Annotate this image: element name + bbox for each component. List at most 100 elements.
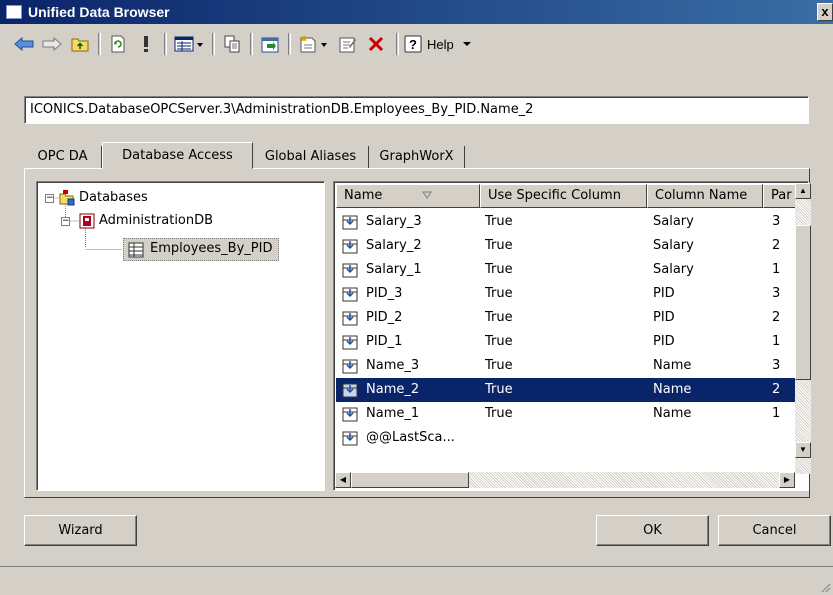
cell-name: Name_1: [366, 406, 420, 421]
delete-icon[interactable]: [364, 31, 388, 57]
sort-indicator-icon: [422, 191, 432, 199]
horizontal-scroll-thumb[interactable]: [351, 472, 469, 488]
toolbar-separator: [396, 33, 399, 55]
import-icon[interactable]: [258, 31, 282, 57]
tab-opc-da[interactable]: OPC DA: [24, 146, 102, 168]
table-row[interactable]: PID_2 True PID 2: [336, 306, 795, 330]
cell-name: @@LastSca...: [366, 430, 455, 445]
column-tag-icon: [342, 239, 358, 254]
tree-label: AdministrationDB: [99, 213, 214, 228]
cell-use: True: [485, 262, 513, 277]
cell-use: True: [485, 358, 513, 373]
cell-par: 3: [772, 214, 781, 229]
title-bar[interactable]: Unified Data Browser x: [0, 0, 833, 24]
column-tag-icon: [342, 287, 358, 302]
window-title: Unified Data Browser: [28, 4, 170, 20]
tree-label: Databases: [79, 190, 148, 205]
scroll-thumb[interactable]: [795, 225, 811, 380]
cell-use: True: [485, 334, 513, 349]
new-item-menu-icon[interactable]: [296, 31, 330, 57]
column-tag-icon: [342, 311, 358, 326]
back-icon[interactable]: [12, 31, 36, 57]
wizard-button[interactable]: Wizard: [24, 515, 137, 546]
column-tag-icon: [342, 335, 358, 350]
help-menu[interactable]: ? Help: [404, 31, 494, 57]
horizontal-scrollbar[interactable]: ◀ ▶: [335, 472, 795, 488]
cell-use: True: [485, 214, 513, 229]
resize-grip-icon[interactable]: [819, 581, 831, 593]
table-row[interactable]: Name_3 True Name 3: [336, 354, 795, 378]
scroll-up-button[interactable]: ▲: [795, 183, 811, 199]
scroll-left-button[interactable]: ◀: [335, 472, 351, 488]
dialog-window: Unified Data Browser x ? Help ICONICS.Da…: [0, 0, 833, 594]
column-list[interactable]: Name Use Specific Column Column Name Par…: [333, 181, 809, 491]
column-header-use-specific-column[interactable]: Use Specific Column: [480, 184, 647, 208]
close-button[interactable]: x: [817, 3, 833, 21]
help-label: Help: [427, 36, 454, 52]
cell-par: 1: [772, 334, 781, 349]
cell-column: Salary: [653, 238, 694, 253]
address-field[interactable]: ICONICS.DatabaseOPCServer.3\Administrati…: [24, 96, 809, 124]
cell-par: 2: [772, 238, 781, 253]
folder-up-icon[interactable]: [68, 31, 92, 57]
tree-node-employees-by-pid[interactable]: Employees_By_PID: [123, 238, 280, 261]
cell-name: Salary_3: [366, 214, 422, 229]
table-row[interactable]: PID_1 True PID 1: [336, 330, 795, 354]
cell-column: Name: [653, 406, 692, 421]
table-row[interactable]: PID_3 True PID 3: [336, 282, 795, 306]
copy-icon[interactable]: [220, 31, 244, 57]
database-icon: [79, 213, 95, 229]
exclamation-icon[interactable]: [136, 31, 156, 57]
tab-global-aliases[interactable]: Global Aliases: [253, 146, 369, 168]
collapse-toggle-icon[interactable]: −: [61, 217, 70, 226]
help-icon: ?: [404, 35, 422, 53]
cell-column: PID: [653, 286, 675, 301]
scroll-right-button[interactable]: ▶: [779, 472, 795, 488]
toolbar: ? Help: [12, 31, 812, 59]
view-menu-icon[interactable]: [172, 31, 206, 57]
cell-par: 3: [772, 286, 781, 301]
tab-database-access[interactable]: Database Access: [102, 142, 253, 169]
cell-use: True: [485, 310, 513, 325]
column-tag-icon: [342, 383, 358, 398]
toolbar-separator: [250, 33, 253, 55]
table-row[interactable]: Salary_3 True Salary 3: [336, 210, 795, 234]
cell-column: PID: [653, 334, 675, 349]
toolbar-separator: [288, 33, 291, 55]
tab-graphworx[interactable]: GraphWorX: [369, 146, 465, 168]
database-tree[interactable]: − Databases − AdministrationDB Employees…: [36, 181, 325, 491]
column-header-name[interactable]: Name: [336, 184, 480, 208]
cell-column: Salary: [653, 214, 694, 229]
table-row[interactable]: Salary_1 True Salary 1: [336, 258, 795, 282]
tree-label: Employees_By_PID: [150, 241, 273, 256]
system-tag-icon: [342, 431, 358, 446]
column-tag-icon: [342, 407, 358, 422]
svg-text:?: ?: [409, 37, 417, 52]
cell-par: 1: [772, 406, 781, 421]
table-icon: [128, 242, 144, 258]
cell-use: True: [485, 238, 513, 253]
cell-name: PID_2: [366, 310, 403, 325]
forward-icon[interactable]: [40, 31, 64, 57]
ok-button[interactable]: OK: [596, 515, 709, 546]
refresh-icon[interactable]: [106, 31, 130, 57]
scroll-down-button[interactable]: ▼: [795, 442, 811, 458]
cell-column: Name: [653, 382, 692, 397]
cell-par: 2: [772, 310, 781, 325]
cell-name: PID_3: [366, 286, 403, 301]
properties-icon[interactable]: [336, 31, 360, 57]
cancel-button[interactable]: Cancel: [718, 515, 831, 546]
column-header-column-name[interactable]: Column Name: [647, 184, 763, 208]
toolbar-separator: [98, 33, 101, 55]
vertical-scrollbar[interactable]: ▲ ▼: [795, 183, 811, 474]
table-row[interactable]: Name_2 True Name 2: [336, 378, 795, 402]
cell-name: Name_2: [366, 382, 420, 397]
collapse-toggle-icon[interactable]: −: [45, 194, 54, 203]
cell-use: True: [485, 382, 513, 397]
cell-use: True: [485, 286, 513, 301]
table-row[interactable]: Salary_2 True Salary 2: [336, 234, 795, 258]
cell-name: Salary_1: [366, 262, 422, 277]
table-row[interactable]: Name_1 True Name 1: [336, 402, 795, 426]
table-row[interactable]: @@LastSca...: [336, 426, 795, 450]
cell-column: Salary: [653, 262, 694, 277]
